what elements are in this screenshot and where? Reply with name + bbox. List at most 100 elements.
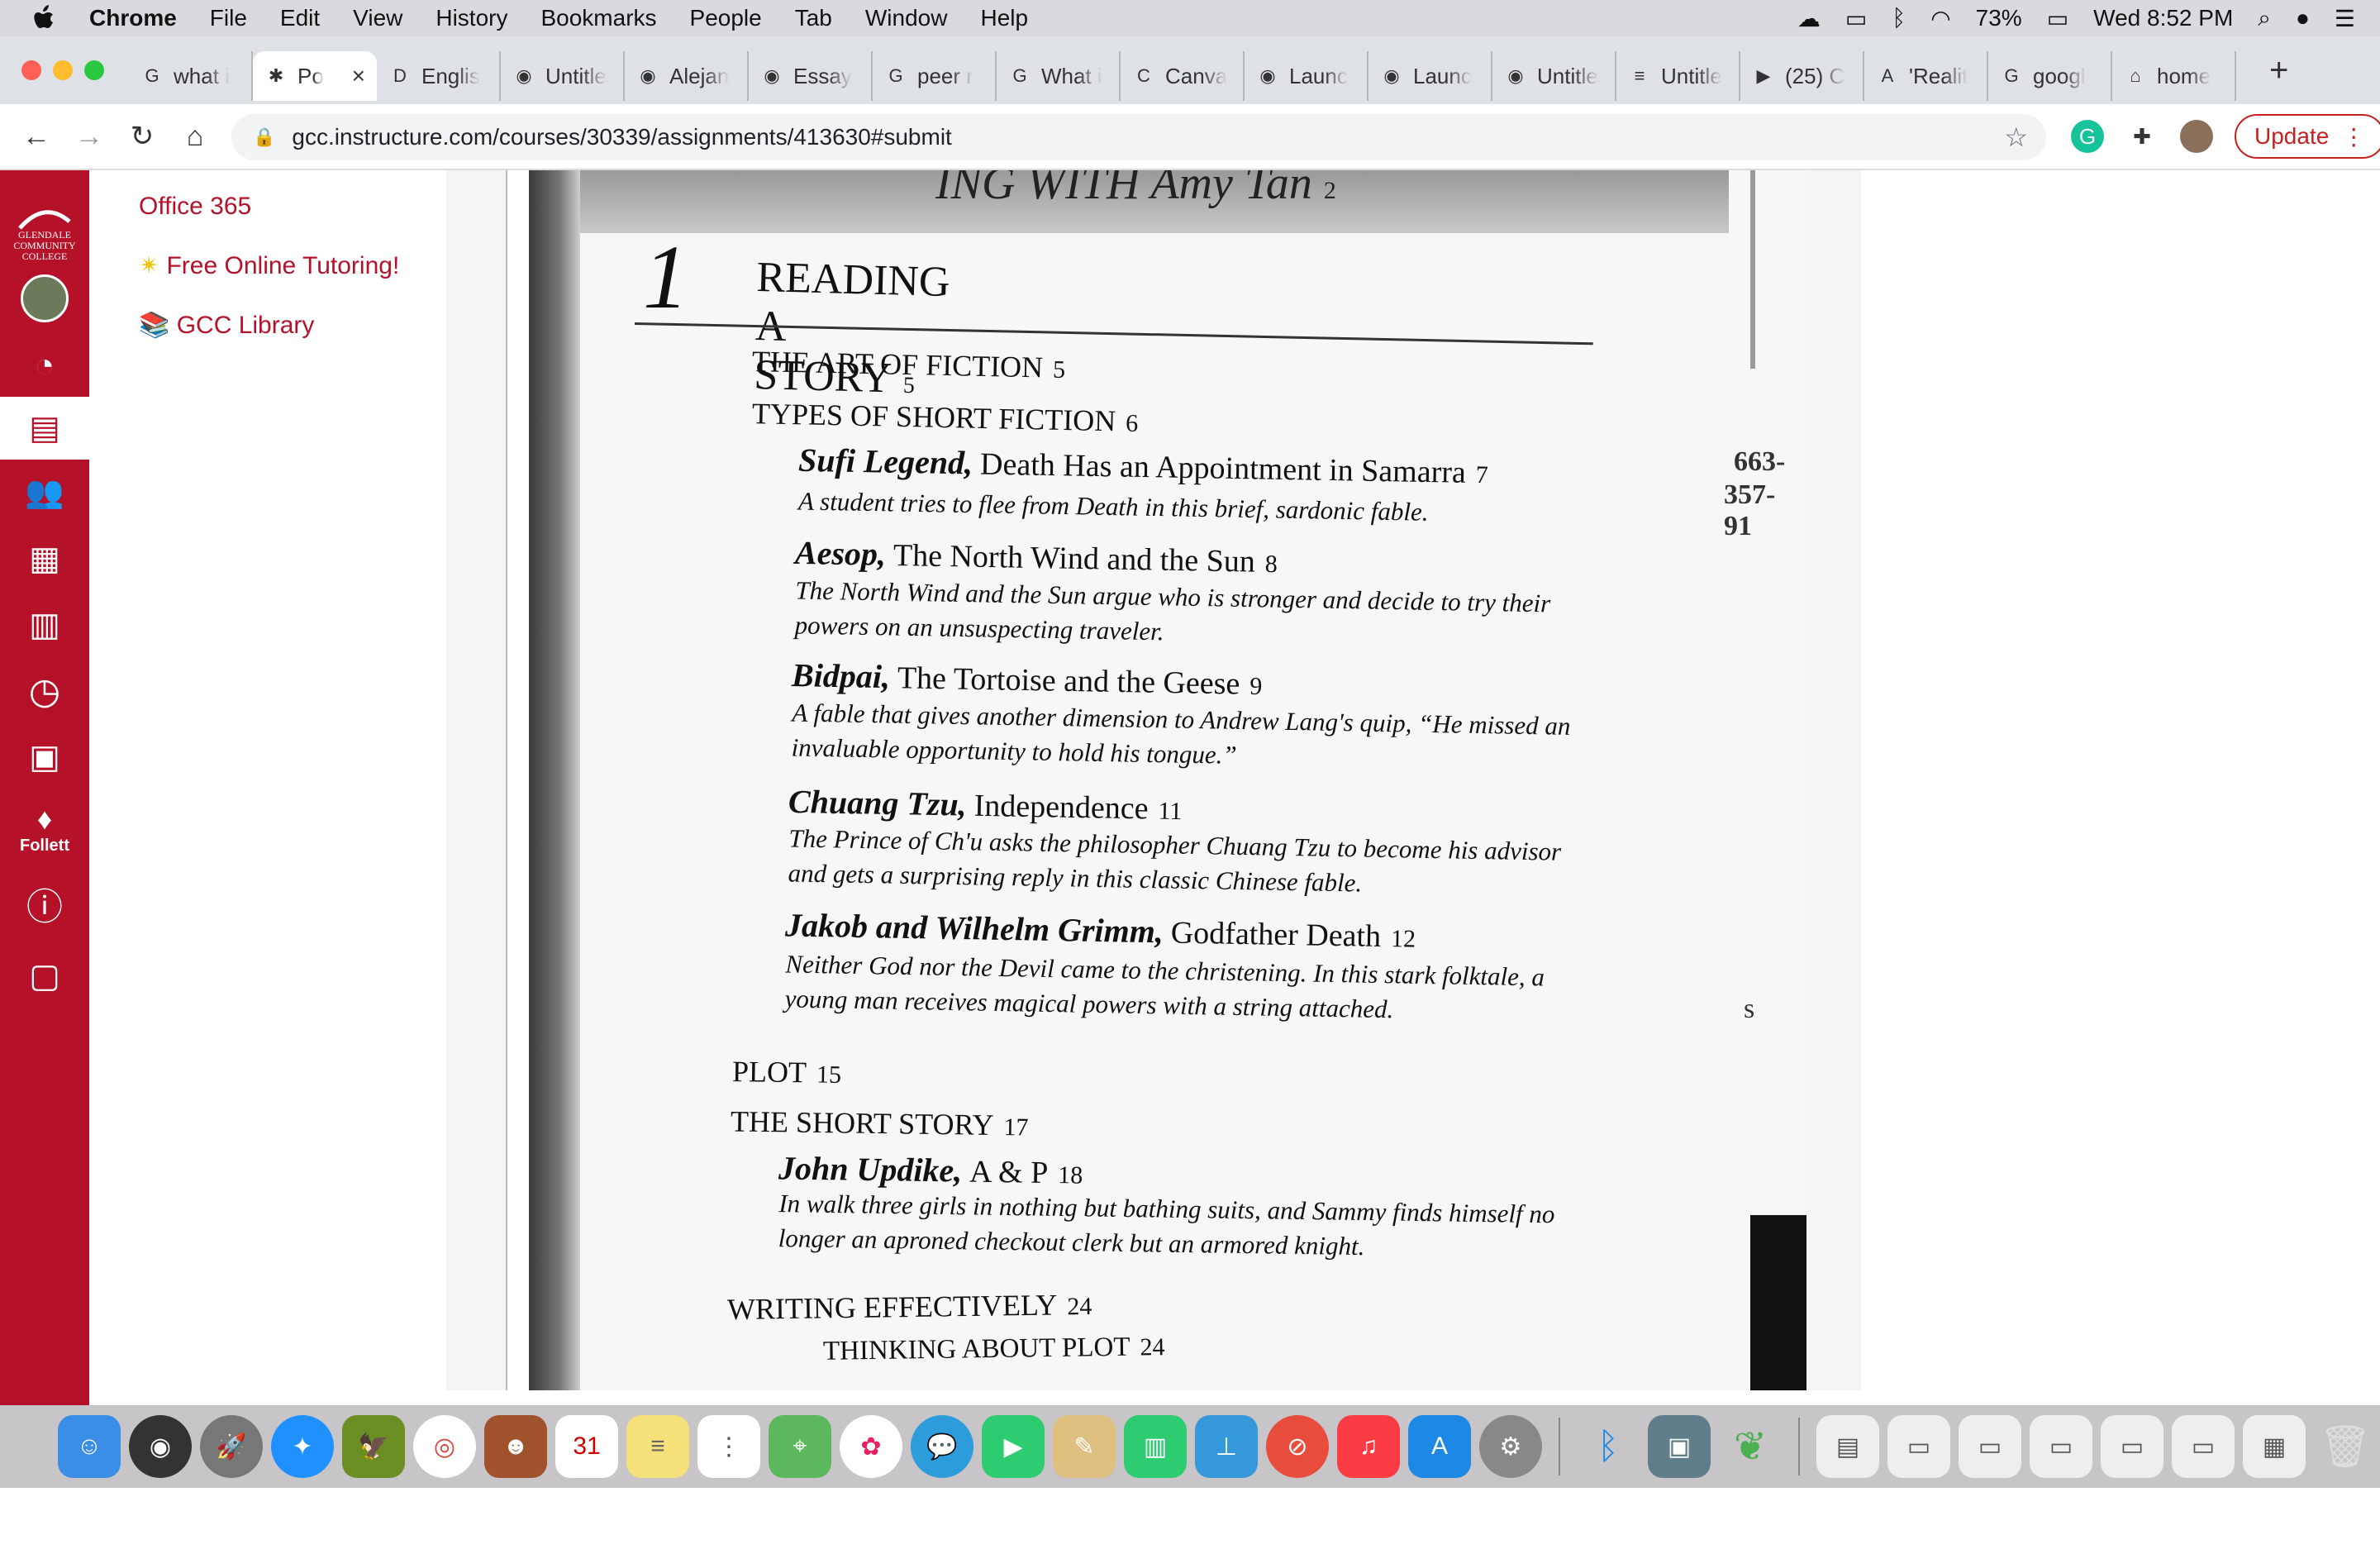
maps-icon[interactable]: ⌖: [769, 1415, 831, 1478]
app-store-icon[interactable]: A: [1408, 1415, 1471, 1478]
address-bar[interactable]: 🔒 gcc.instructure.com/courses/30339/assi…: [231, 114, 2046, 160]
new-tab-button[interactable]: +: [2269, 52, 2288, 89]
reload-icon[interactable]: ↻: [116, 120, 169, 153]
courses-icon[interactable]: ▤: [0, 397, 89, 460]
window-thumb-4[interactable]: ▭: [2101, 1415, 2163, 1478]
reminders-icon[interactable]: ⋮: [697, 1415, 760, 1478]
pages-icon[interactable]: ✎: [1053, 1415, 1116, 1478]
window-thumb-2[interactable]: ▭: [1959, 1415, 2021, 1478]
menu-edit[interactable]: Edit: [280, 5, 320, 31]
eagle-icon[interactable]: 🦅: [342, 1415, 405, 1478]
numbers-icon[interactable]: ▥: [1124, 1415, 1187, 1478]
photos-icon[interactable]: ✿: [840, 1415, 902, 1478]
menu-app-name[interactable]: Chrome: [89, 5, 177, 31]
menu-file[interactable]: File: [210, 5, 247, 31]
browser-tab[interactable]: Gpeer r: [873, 51, 997, 101]
minimize-window-button[interactable]: [53, 60, 73, 80]
airplay-icon[interactable]: ▭: [1845, 5, 1867, 32]
browser-tab[interactable]: A 'Realit: [1864, 51, 1988, 101]
window-thumb-6[interactable]: ▦: [2243, 1415, 2306, 1478]
nav-account[interactable]: [0, 263, 89, 334]
menu-window[interactable]: Window: [865, 5, 948, 31]
siri-icon[interactable]: ●: [2296, 5, 2310, 31]
browser-tab[interactable]: ✱ Po ×: [253, 51, 377, 101]
launchpad-icon[interactable]: 🚀: [200, 1415, 263, 1478]
window-thumb-3[interactable]: ▭: [2030, 1415, 2092, 1478]
notes-icon[interactable]: ≡: [626, 1415, 689, 1478]
browser-tab[interactable]: ◉ Untitle: [1492, 51, 1616, 101]
browser-tab[interactable]: ≡ Untitle: [1616, 51, 1740, 101]
window-thumb-5[interactable]: ▭: [2172, 1415, 2235, 1478]
menu-people[interactable]: People: [690, 5, 762, 31]
browser-tab[interactable]: ◉ Untitle: [501, 51, 625, 101]
battery-percent[interactable]: 73%: [1976, 5, 2022, 31]
spotlight-icon[interactable]: ⌕: [2258, 5, 2271, 32]
music-icon[interactable]: ♫: [1337, 1415, 1400, 1478]
contacts-icon[interactable]: ☻: [484, 1415, 547, 1478]
browser-tab[interactable]: ◉ Alejan: [625, 51, 749, 101]
back-icon[interactable]: ←: [10, 121, 63, 153]
browser-tab[interactable]: ◉ Essay: [749, 51, 873, 101]
news-icon[interactable]: ⊘: [1266, 1415, 1329, 1478]
creative-cloud-icon[interactable]: ☁: [1797, 5, 1821, 32]
safari-icon[interactable]: ✦: [271, 1415, 334, 1478]
forward-icon[interactable]: →: [63, 121, 116, 153]
browser-tab[interactable]: ◉ Launc: [1245, 51, 1368, 101]
grammarly-icon[interactable]: G: [2071, 120, 2104, 153]
chrome-icon[interactable]: ◎: [413, 1415, 476, 1478]
home-icon[interactable]: ⌂: [169, 121, 221, 153]
help-icon[interactable]: ⓘ: [0, 866, 89, 941]
calendar-icon[interactable]: 31: [555, 1415, 618, 1478]
facetime-icon[interactable]: ▶: [982, 1415, 1045, 1478]
extensions-icon[interactable]: ✚: [2125, 120, 2159, 153]
menu-help[interactable]: Help: [980, 5, 1028, 31]
documents-stack-icon[interactable]: ▤: [1816, 1415, 1879, 1478]
bluetooth-exchange-icon[interactable]: ᛒ: [1577, 1415, 1640, 1478]
tutoring-link[interactable]: ✴ Free Online Tutoring!: [139, 250, 446, 283]
browser-tab[interactable]: ▶ (25) C: [1740, 51, 1864, 101]
groups-icon[interactable]: 👥: [0, 460, 89, 526]
browser-tab[interactable]: ◉ Launc: [1368, 51, 1492, 101]
clock[interactable]: Wed 8:52 PM: [2093, 5, 2233, 31]
browser-tab[interactable]: D Englis: [377, 51, 501, 101]
control-list-icon[interactable]: ☰: [2335, 5, 2355, 32]
browser-tab[interactable]: Gwhat i: [129, 51, 253, 101]
camtasia-icon[interactable]: ❦: [1719, 1415, 1782, 1478]
messages-icon[interactable]: 💬: [911, 1415, 973, 1478]
history-icon[interactable]: ◷: [0, 658, 89, 724]
menu-history[interactable]: History: [436, 5, 507, 31]
browser-tab[interactable]: ⌂ home: [2112, 51, 2236, 101]
browser-tab[interactable]: G What i: [997, 51, 1121, 101]
inbox-icon[interactable]: ▥: [0, 592, 89, 658]
keynote-icon[interactable]: ⊥: [1195, 1415, 1258, 1478]
library-link[interactable]: 📚 GCC Library: [139, 309, 446, 342]
nav-follett[interactable]: ♦ Follett: [0, 790, 89, 866]
menu-view[interactable]: View: [353, 5, 402, 31]
dashboard-icon[interactable]: ◔: [0, 334, 89, 397]
studio-icon[interactable]: ▣: [0, 724, 89, 790]
college-logo[interactable]: GLENDALE COMMUNITY COLLEGE: [0, 170, 89, 263]
preview-icon[interactable]: ▣: [1648, 1415, 1711, 1478]
bluetooth-icon[interactable]: ᛒ: [1892, 5, 1906, 31]
office365-link[interactable]: Office 365: [139, 190, 446, 223]
lock-icon[interactable]: 🔒: [253, 126, 275, 148]
close-tab-icon[interactable]: ×: [352, 63, 365, 89]
trash-icon[interactable]: 🗑: [2314, 1415, 2377, 1478]
battery-icon[interactable]: ▭: [2047, 5, 2068, 32]
calendar-icon[interactable]: ▦: [0, 526, 89, 592]
apple-icon[interactable]: [31, 4, 60, 32]
window-thumb-1[interactable]: ▭: [1887, 1415, 1950, 1478]
browser-tab[interactable]: C Canva: [1121, 51, 1245, 101]
tutor-icon[interactable]: ▢: [0, 941, 89, 1012]
wifi-icon[interactable]: ◠: [1930, 5, 1950, 32]
menu-tab[interactable]: Tab: [795, 5, 832, 31]
system-preferences-icon[interactable]: ⚙: [1479, 1415, 1542, 1478]
bookmark-star-icon[interactable]: ☆: [2004, 122, 2028, 153]
browser-tab[interactable]: Ggoogl: [1988, 51, 2112, 101]
siri-icon[interactable]: ◉: [129, 1415, 192, 1478]
menu-bookmarks[interactable]: Bookmarks: [540, 5, 656, 31]
close-window-button[interactable]: [21, 60, 41, 80]
profile-avatar[interactable]: [2180, 120, 2213, 153]
finder-icon[interactable]: ☺: [58, 1415, 121, 1478]
zoom-window-button[interactable]: [84, 60, 104, 80]
